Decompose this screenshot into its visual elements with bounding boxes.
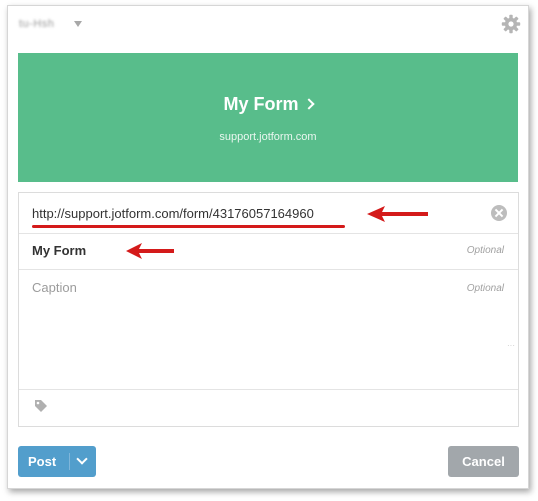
tags-row — [19, 389, 518, 426]
caption-optional-hint: Optional — [466, 283, 504, 294]
url-field[interactable]: http://support.jotform.com/form/43176057… — [32, 206, 314, 221]
top-bar: tu-Hsh — [8, 6, 528, 51]
title-optional-hint: Optional — [466, 245, 504, 256]
post-button[interactable]: Post — [18, 446, 96, 477]
chevron-right-icon — [302, 98, 315, 110]
banner-title[interactable]: My Form — [18, 94, 518, 115]
red-arrow-icon — [367, 206, 428, 222]
banner-subtitle: support.jotform.com — [219, 131, 317, 143]
tag-icon[interactable] — [34, 399, 48, 413]
banner-title-text: My Form — [223, 94, 299, 114]
gear-icon[interactable] — [501, 14, 521, 34]
url-row: http://support.jotform.com/form/43176057… — [19, 193, 518, 234]
post-fields: http://support.jotform.com/form/43176057… — [18, 192, 519, 427]
red-underline-annotation — [32, 225, 345, 228]
link-preview-banner[interactable]: My Form support.jotform.com — [18, 53, 518, 182]
red-arrow-icon — [126, 243, 174, 259]
post-dialog: tu-Hsh My Form support.jotform.com http:… — [7, 5, 529, 489]
cancel-button[interactable]: Cancel — [448, 446, 519, 477]
close-circle-icon[interactable] — [491, 205, 507, 221]
caption-field[interactable]: Caption — [32, 280, 77, 295]
cancel-label: Cancel — [462, 454, 505, 469]
post-divider — [69, 453, 70, 470]
title-field[interactable]: My Form — [32, 243, 86, 258]
caption-row[interactable]: Caption Optional ··· — [19, 269, 518, 390]
resize-handle-icon[interactable]: ··· — [507, 341, 515, 350]
post-label: Post — [28, 454, 57, 469]
chevron-down-icon[interactable] — [76, 453, 88, 465]
caret-down-icon[interactable] — [74, 21, 82, 27]
account-name[interactable]: tu-Hsh — [19, 18, 54, 30]
title-row: My Form Optional — [19, 233, 518, 270]
